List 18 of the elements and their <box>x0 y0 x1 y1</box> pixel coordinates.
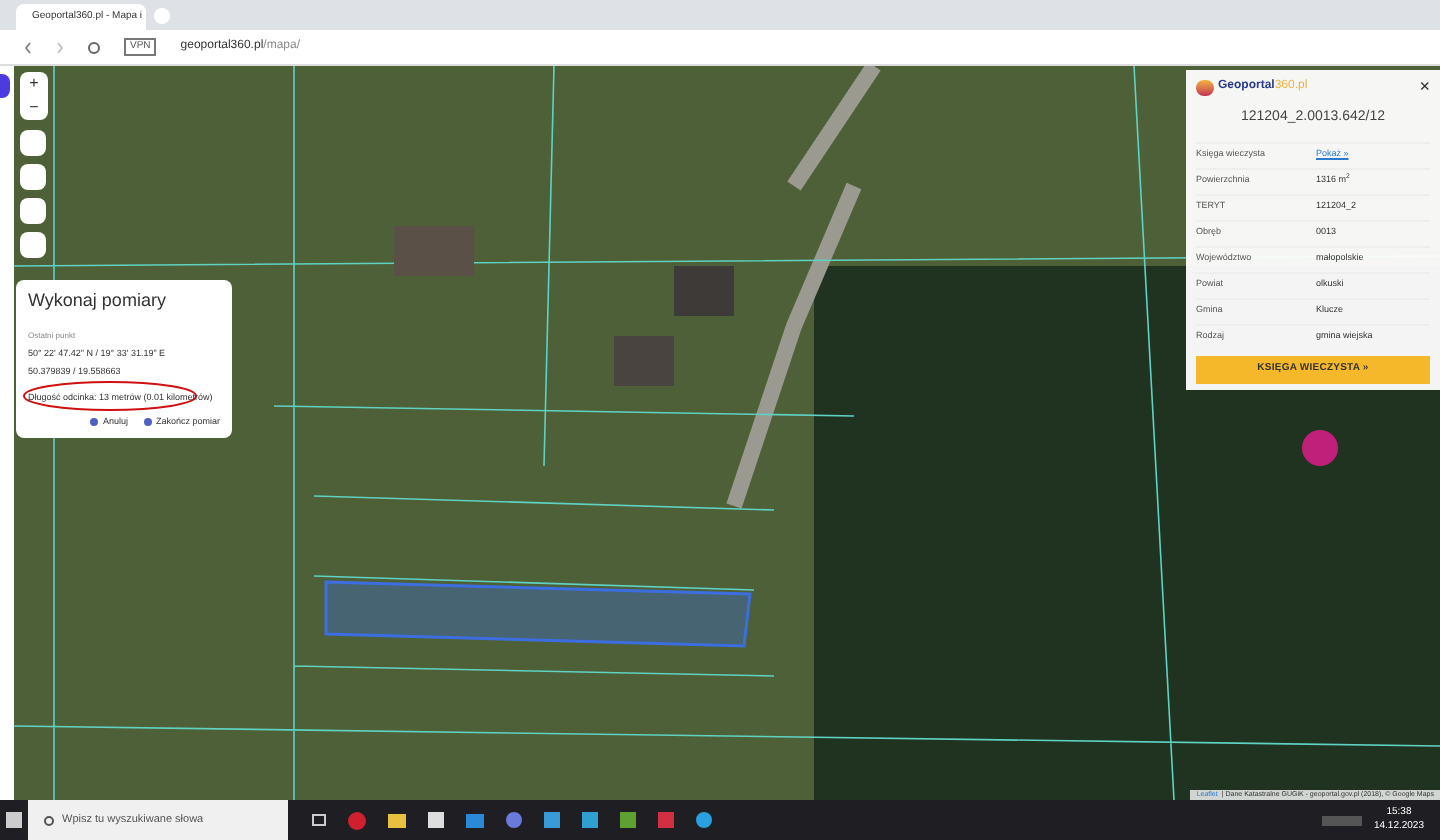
task-view-icon[interactable] <box>312 814 326 826</box>
app-icon[interactable] <box>696 812 712 828</box>
app-icon[interactable] <box>506 812 522 828</box>
start-icon[interactable] <box>6 812 22 828</box>
close-button[interactable]: × <box>1419 78 1430 96</box>
mail-app-icon[interactable] <box>466 813 484 827</box>
logo-icon <box>1196 79 1214 95</box>
zoom-button[interactable]: + <box>29 72 39 96</box>
reload-icon[interactable] <box>88 41 100 53</box>
panel-title: Wykonaj pomiary <box>28 288 168 314</box>
radio-icon <box>90 418 99 427</box>
browser-app-icon[interactable] <box>348 811 366 829</box>
back-icon[interactable] <box>24 41 32 53</box>
radio-icon <box>143 418 152 427</box>
zoom-button[interactable]: − <box>29 96 39 120</box>
tray-icon[interactable] <box>1321 815 1362 825</box>
folder-app-icon[interactable] <box>388 813 406 827</box>
side-button[interactable] <box>0 74 10 98</box>
